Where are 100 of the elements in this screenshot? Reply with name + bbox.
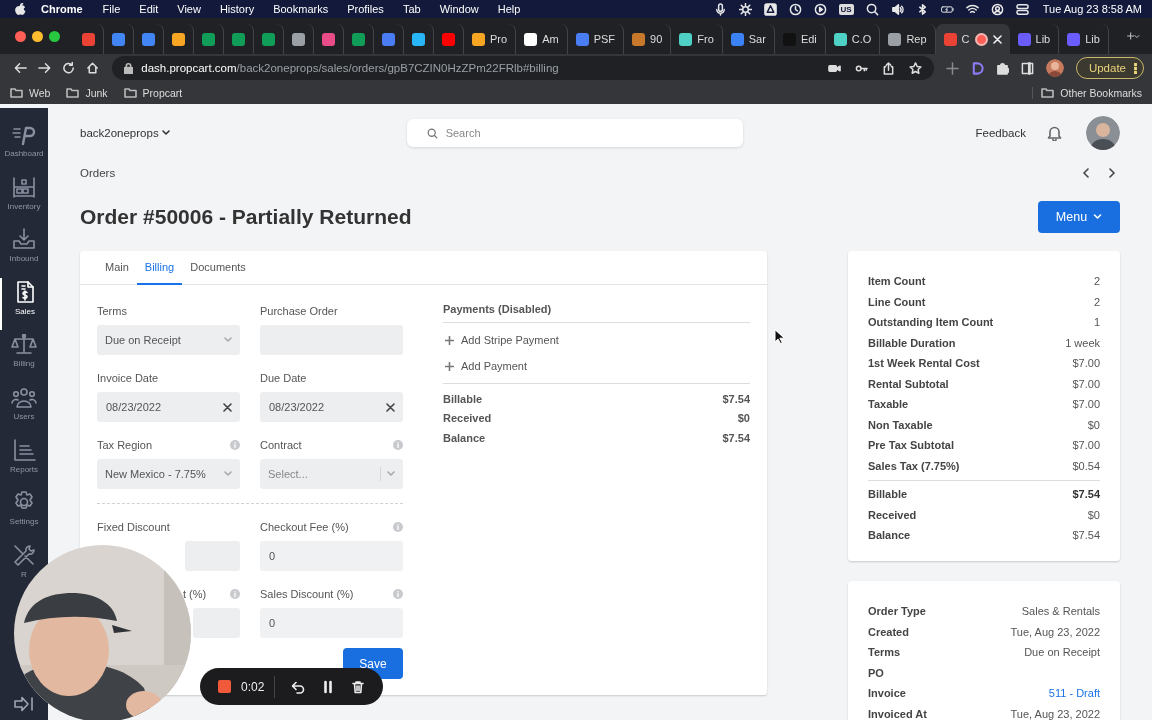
clear-icon[interactable]: [386, 402, 395, 412]
extension-icon[interactable]: [970, 61, 984, 75]
org-switcher[interactable]: back2oneprops: [80, 127, 170, 139]
download-tray-icon[interactable]: [11, 227, 37, 252]
menu-item[interactable]: File: [102, 3, 121, 15]
menu-item[interactable]: View: [177, 3, 201, 15]
list-chart-icon[interactable]: [11, 437, 37, 462]
sidebar-link[interactable]: Inbound: [9, 254, 39, 264]
previous-icon[interactable]: [1082, 168, 1091, 178]
collapse-arrow-icon[interactable]: [13, 696, 35, 712]
close-window-button[interactable]: [15, 30, 26, 42]
close-icon[interactable]: [992, 34, 1002, 44]
update-button[interactable]: Update: [1075, 57, 1144, 79]
add-payment-link[interactable]: Add Stripe Payment: [443, 327, 750, 353]
search-icon[interactable]: [865, 2, 879, 16]
summary-label: Line Count: [868, 295, 926, 308]
menu-item[interactable]: Edit: [139, 3, 159, 15]
detail-label: Terms: [868, 646, 901, 659]
summary-value: $0.54: [1072, 459, 1100, 472]
date-field[interactable]: 08/23/2022: [260, 392, 403, 422]
address-bar[interactable]: dash.propcart.com/back2oneprops/sales/orders/gpB7CZIN0HzZPm22FRlb#billing: [112, 56, 934, 80]
tab[interactable]: Documents: [182, 251, 254, 285]
menu-item[interactable]: Window: [439, 3, 479, 15]
input-field[interactable]: 0: [260, 608, 403, 638]
tab[interactable]: Billing: [136, 251, 183, 285]
select-field[interactable]: New Mexico - 7.75%: [97, 459, 240, 489]
trash-icon[interactable]: [351, 679, 366, 694]
menu-bar-clock[interactable]: Tue Aug 23 8:58 AM: [1042, 3, 1142, 15]
sidebar-link[interactable]: Settings: [9, 517, 39, 527]
move-icon[interactable]: [945, 61, 959, 75]
menu-item[interactable]: Profiles: [347, 3, 384, 15]
toggles-icon[interactable]: [1015, 2, 1029, 16]
scale-icon[interactable]: [11, 332, 37, 357]
bookmark-link[interactable]: Web: [29, 87, 51, 99]
play-icon[interactable]: [813, 2, 827, 16]
bookmark-link[interactable]: Propcart: [142, 87, 183, 99]
folder-icon[interactable]: [66, 88, 80, 98]
menu-item[interactable]: History: [219, 3, 255, 15]
url-text[interactable]: dash.propcart.com/back2oneprops/sales/orders/gpB7CZIN0HzZPm22FRlb#billing: [141, 62, 559, 74]
plus-icon[interactable]: [1126, 29, 1135, 43]
microphone-icon[interactable]: [713, 2, 727, 16]
forward-arrow-icon[interactable]: [38, 61, 52, 75]
profile-avatar[interactable]: [1045, 59, 1064, 77]
volume-icon[interactable]: [890, 2, 904, 16]
select-field[interactable]: Due on Receipt: [97, 325, 240, 355]
reload-icon[interactable]: [62, 61, 76, 75]
summary-value: $7.00: [1072, 398, 1100, 411]
shelf-icon[interactable]: [11, 174, 37, 199]
triangle-icon[interactable]: [763, 2, 777, 16]
menu-item[interactable]: Bookmarks: [273, 3, 329, 15]
bell-icon[interactable]: [1047, 125, 1062, 141]
menu-item[interactable]: Tab: [402, 3, 421, 15]
home-icon[interactable]: [86, 61, 100, 75]
folder-icon[interactable]: [10, 88, 23, 98]
user-icon[interactable]: [990, 2, 1004, 16]
sidebar-link[interactable]: Sales: [15, 306, 35, 316]
detail-label: Invoice: [868, 687, 906, 700]
breadcrumb-link[interactable]: Orders: [80, 167, 116, 179]
sidebar-link[interactable]: Users: [13, 411, 35, 421]
share-icon[interactable]: [881, 61, 895, 75]
date-field[interactable]: 08/23/2022: [97, 392, 240, 422]
menu-button[interactable]: Menu: [1038, 201, 1120, 233]
sidebar-link[interactable]: Billing: [13, 359, 35, 369]
summary-value: 2: [1093, 275, 1100, 288]
keyboard-layout[interactable]: US: [838, 3, 854, 15]
tab[interactable]: Main: [97, 251, 137, 285]
undo-icon[interactable]: [291, 679, 306, 694]
sidebar-icon[interactable]: [1020, 61, 1034, 75]
sidebar-link[interactable]: Dashboard: [4, 149, 44, 158]
minimize-window-button[interactable]: [32, 30, 43, 42]
search-field[interactable]: Search: [406, 119, 743, 147]
detail-label: Invoiced At: [868, 707, 927, 720]
menu-item[interactable]: Help: [497, 3, 521, 15]
next-icon[interactable]: [1107, 168, 1116, 178]
app-menu[interactable]: Chrome: [41, 3, 83, 15]
field-label: Contract: [260, 439, 302, 451]
sidebar-link[interactable]: Reports: [10, 464, 38, 474]
puzzle-icon[interactable]: [995, 61, 1009, 75]
total-label: Received: [443, 412, 492, 425]
user-avatar[interactable]: [1086, 116, 1120, 150]
wifi-icon[interactable]: [965, 2, 979, 16]
folder-icon[interactable]: [123, 88, 137, 98]
feedback-link[interactable]: Feedback: [975, 127, 1026, 139]
sidebar-link[interactable]: R: [21, 569, 27, 579]
star-icon[interactable]: [908, 61, 922, 75]
zoom-window-button[interactable]: [49, 30, 60, 42]
bookmark-link[interactable]: Other Bookmarks: [1060, 87, 1142, 99]
input-field[interactable]: 0: [260, 541, 403, 571]
gear-icon[interactable]: [738, 2, 752, 16]
invoice-link[interactable]: 511 - Draft: [1048, 687, 1100, 700]
history-icon[interactable]: [788, 2, 802, 16]
add-payment-link[interactable]: Add Payment: [443, 353, 750, 379]
clear-icon[interactable]: [223, 402, 232, 412]
tools-icon[interactable]: [11, 542, 37, 567]
bookmark-link[interactable]: Junk: [85, 87, 108, 99]
lock-icon: [124, 62, 134, 74]
back-arrow-icon[interactable]: [14, 61, 28, 75]
folder-icon[interactable]: [1041, 88, 1055, 98]
sidebar-link[interactable]: Inventory: [7, 201, 41, 211]
browser-tab[interactable]: C: [935, 24, 1010, 54]
